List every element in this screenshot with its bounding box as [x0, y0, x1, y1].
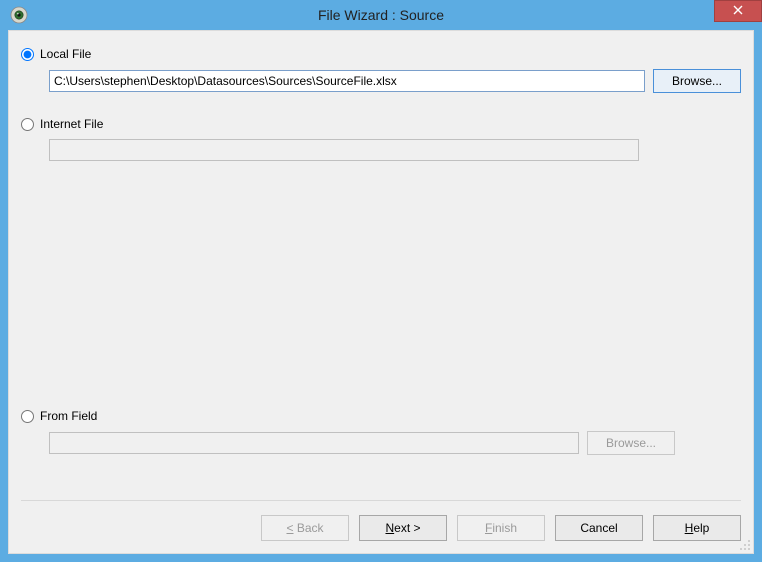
- client-area: Local File Browse... Internet File From …: [8, 30, 754, 554]
- local-browse-button[interactable]: Browse...: [653, 69, 741, 93]
- internet-file-radio[interactable]: [21, 118, 34, 131]
- resize-grip-icon[interactable]: [739, 539, 751, 551]
- internet-file-label[interactable]: Internet File: [40, 117, 103, 131]
- local-file-label[interactable]: Local File: [40, 47, 91, 61]
- from-field-section: From Field Browse...: [21, 399, 741, 463]
- window-title: File Wizard : Source: [0, 0, 762, 30]
- divider: [21, 500, 741, 501]
- next-button[interactable]: Next >: [359, 515, 447, 541]
- finish-button: Finish: [457, 515, 545, 541]
- internet-file-section: Internet File: [9, 101, 753, 169]
- local-file-path-input[interactable]: [49, 70, 645, 92]
- local-file-radio[interactable]: [21, 48, 34, 61]
- internet-file-url-input[interactable]: [49, 139, 639, 161]
- close-button[interactable]: [714, 0, 762, 22]
- close-icon: [733, 4, 743, 18]
- local-file-section: Local File Browse...: [9, 31, 753, 101]
- help-button[interactable]: Help: [653, 515, 741, 541]
- titlebar: File Wizard : Source: [0, 0, 762, 30]
- from-field-browse-button: Browse...: [587, 431, 675, 455]
- from-field-radio[interactable]: [21, 410, 34, 423]
- back-button: < Back: [261, 515, 349, 541]
- app-icon: [10, 6, 28, 24]
- from-field-input[interactable]: [49, 432, 579, 454]
- wizard-window: File Wizard : Source Local File Browse..…: [0, 0, 762, 562]
- cancel-button[interactable]: Cancel: [555, 515, 643, 541]
- from-field-label[interactable]: From Field: [40, 409, 97, 423]
- wizard-button-bar: < Back Next > Finish Cancel Help: [21, 515, 741, 541]
